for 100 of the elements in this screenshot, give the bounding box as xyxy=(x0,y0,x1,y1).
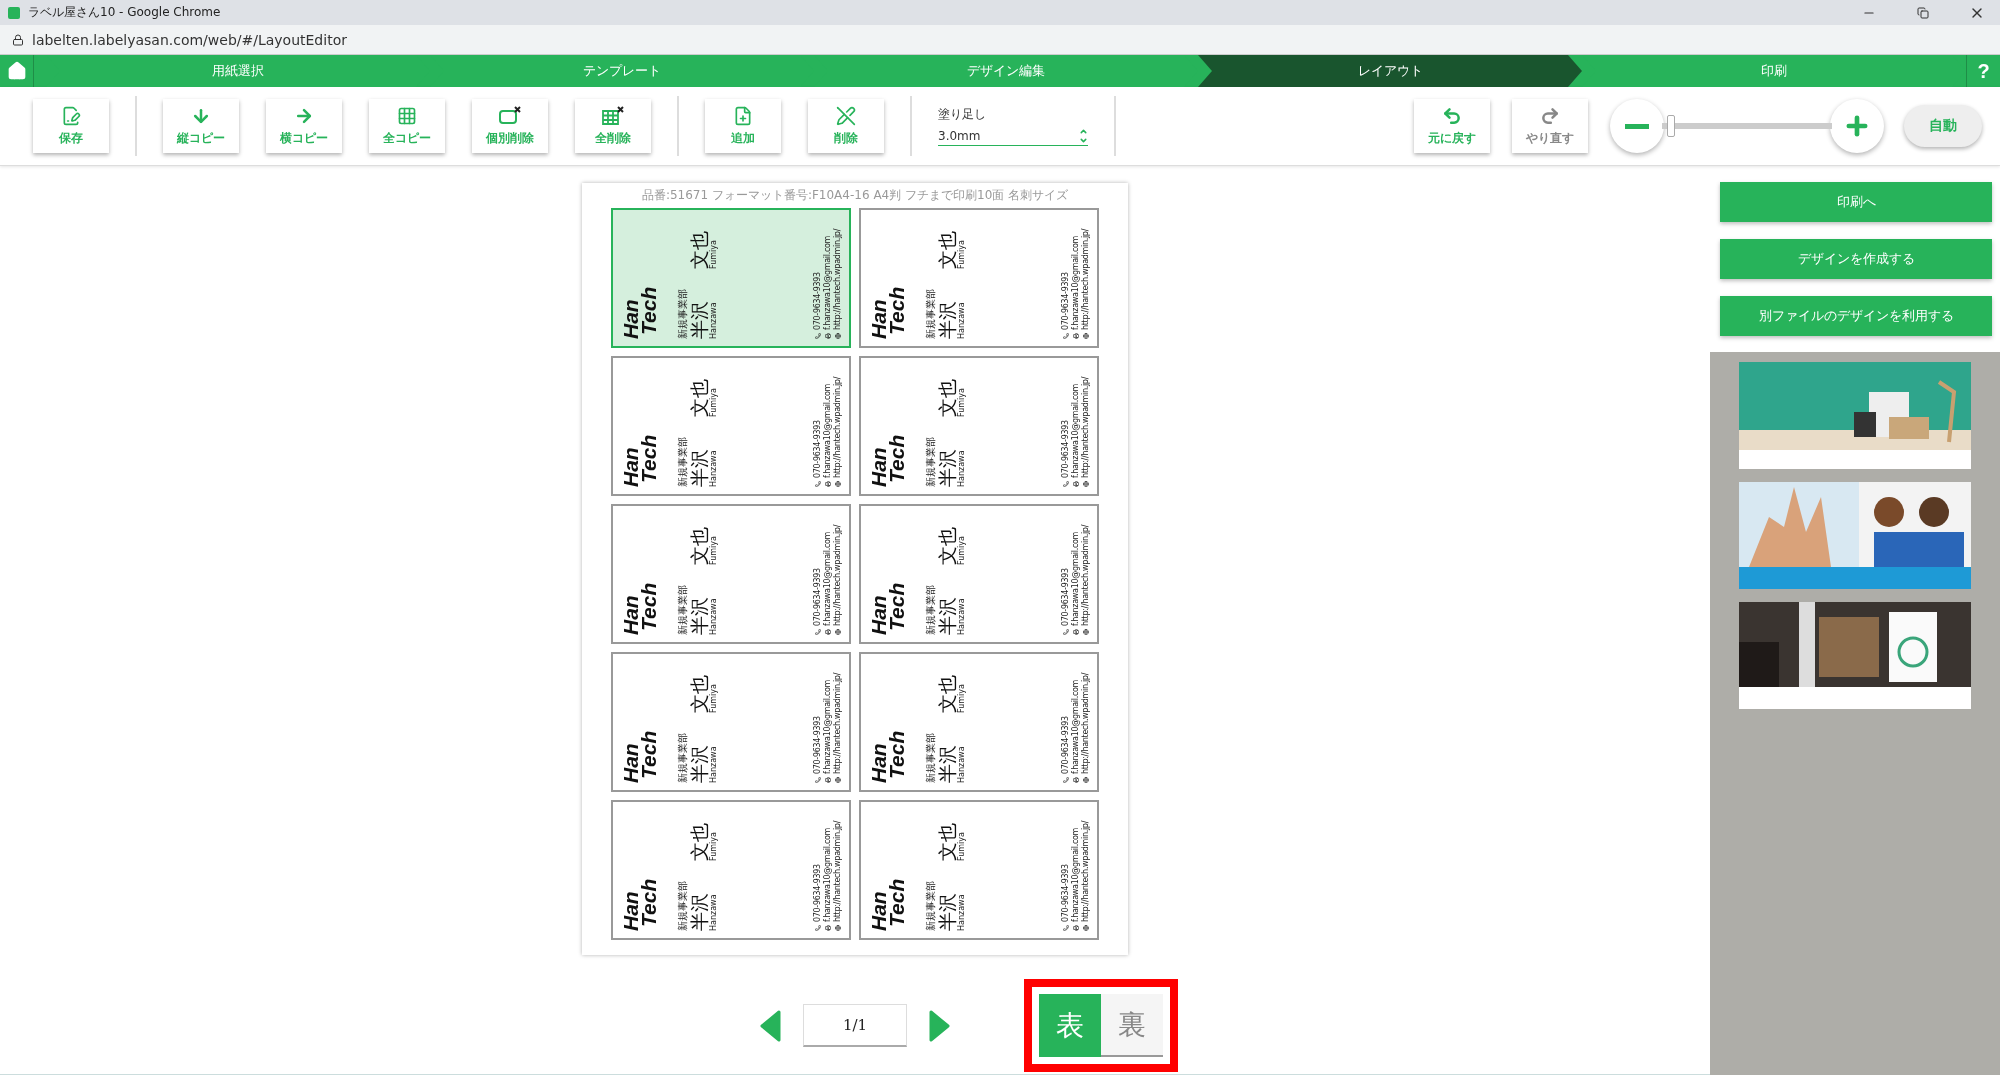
email-text: f.hanzawa10@gmail.com xyxy=(823,235,832,330)
surname-text: 半沢 xyxy=(937,893,957,931)
label-card[interactable]: Han Tech 新規事業部 半沢 Hanzawa 文也 Fumiya 070-9634-9393 f.hanzawa10@gmail.com http://hantech.wpadmin.jp/ xyxy=(859,652,1099,792)
toolbar-button[interactable]: 横コピー xyxy=(266,99,342,153)
label-card[interactable]: Han Tech 新規事業部 半沢 Hanzawa 文也 Fumiya 070-9634-9393 f.hanzawa10@gmail.com http://hantech.wpadmin.jp/ xyxy=(859,356,1099,496)
email-text: f.hanzawa10@gmail.com xyxy=(823,679,832,774)
auto-button[interactable]: 自動 xyxy=(1904,105,1982,147)
logo: Han Tech xyxy=(870,729,906,783)
box-x-icon xyxy=(498,105,522,126)
url-text: http://hantech.wpadmin.jp/ xyxy=(833,524,842,626)
next-page-icon[interactable] xyxy=(929,1009,951,1042)
given-name-text: 文也 xyxy=(689,379,709,417)
pen-off-icon xyxy=(836,105,856,126)
given-name-text: 文也 xyxy=(937,675,957,713)
logo: Han Tech xyxy=(870,433,906,487)
sheet-caption: 品番:51671 フォーマット番号:F10A4-16 A4判 フチまで印刷10面 名刺サイズ xyxy=(641,187,1069,204)
label-card[interactable]: Han Tech 新規事業部 半沢 Hanzawa 文也 Fumiya 070-9634-9393 f.hanzawa10@gmail.com http://hantech.wpadmin.jp/ xyxy=(611,652,851,792)
given-name-romaji: Fumiya xyxy=(708,832,718,861)
zoom-in-button[interactable] xyxy=(1830,99,1884,153)
label-card[interactable]: Han Tech 新規事業部 半沢 Hanzawa 文也 Fumiya 070-9634-9393 f.hanzawa10@gmail.com http://hantech.wpadmin.jp/ xyxy=(859,800,1099,940)
sidebar-button[interactable]: デザインを作成する xyxy=(1720,239,1992,279)
url-text: http://hantech.wpadmin.jp/ xyxy=(833,228,842,330)
surname-text: 半沢 xyxy=(689,745,709,783)
lock-icon xyxy=(12,33,24,46)
spinner-icon[interactable] xyxy=(1079,127,1088,145)
surname-text: 半沢 xyxy=(937,301,957,339)
surname-romaji: Hanzawa xyxy=(956,598,966,635)
toolbar-button[interactable]: 保存 xyxy=(33,99,109,153)
toolbar-button[interactable]: 追加 xyxy=(705,99,781,153)
redo-icon xyxy=(1540,105,1560,126)
phone-text: 070-9634-9393 xyxy=(1061,420,1070,478)
email-text: f.hanzawa10@gmail.com xyxy=(1071,827,1080,922)
url-text: http://hantech.wpadmin.jp/ xyxy=(833,672,842,774)
side-tab[interactable]: 表 xyxy=(1039,994,1101,1057)
toolbar-button[interactable]: 削除 xyxy=(808,99,884,153)
slider-thumb[interactable] xyxy=(1666,115,1675,137)
given-name-romaji: Fumiya xyxy=(956,240,966,269)
url-field[interactable]: labelten.labelyasan.com/web/#/LayoutEditor xyxy=(32,31,347,48)
logo: Han Tech xyxy=(870,285,906,339)
phone-text: 070-9634-9393 xyxy=(813,864,822,922)
given-name-text: 文也 xyxy=(689,527,709,565)
grid-x-icon xyxy=(601,105,625,126)
surname-text: 半沢 xyxy=(689,893,709,931)
phone-icon xyxy=(1062,481,1069,487)
surname-romaji: Hanzawa xyxy=(708,746,718,783)
surname-text: 半沢 xyxy=(937,745,957,783)
surname-text: 半沢 xyxy=(689,301,709,339)
given-name-text: 文也 xyxy=(689,231,709,269)
department-text: 新規事業部 xyxy=(675,585,689,635)
surname-text: 半沢 xyxy=(689,597,709,635)
previous-page-icon[interactable] xyxy=(759,1009,781,1042)
bleed-field[interactable]: 3.0mm xyxy=(938,127,1088,146)
side-tab[interactable]: 裏 xyxy=(1101,994,1163,1057)
url-text: http://hantech.wpadmin.jp/ xyxy=(833,820,842,922)
url-text: http://hantech.wpadmin.jp/ xyxy=(1081,672,1090,774)
grid-icon xyxy=(397,105,417,126)
phone-text: 070-9634-9393 xyxy=(1061,272,1070,330)
toolbar-button[interactable]: 全削除 xyxy=(575,99,651,153)
given-name-text: 文也 xyxy=(937,527,957,565)
given-name-text: 文也 xyxy=(937,231,957,269)
toolbar-button[interactable]: 個別削除 xyxy=(472,99,548,153)
surname-romaji: Hanzawa xyxy=(956,450,966,487)
logo: Han Tech xyxy=(622,433,658,487)
toolbar-button[interactable]: 全コピー xyxy=(369,99,445,153)
logo: Han Tech xyxy=(622,877,658,931)
phone-text: 070-9634-9393 xyxy=(813,568,822,626)
given-name-romaji: Fumiya xyxy=(708,684,718,713)
given-name-romaji: Fumiya xyxy=(956,388,966,417)
edit-icon xyxy=(61,105,81,126)
bleed-label: 塗り足し xyxy=(938,106,987,123)
toolbar-button[interactable]: 元に戻す xyxy=(1414,99,1490,153)
zoom-out-button[interactable] xyxy=(1610,99,1664,153)
phone-icon xyxy=(1062,925,1069,931)
surname-text: 半沢 xyxy=(937,597,957,635)
label-card[interactable]: Han Tech 新規事業部 半沢 Hanzawa 文也 Fumiya 070-9634-9393 f.hanzawa10@gmail.com http://hantech.wpadmin.jp/ xyxy=(859,504,1099,644)
label-card[interactable]: Han Tech 新規事業部 半沢 Hanzawa 文也 Fumiya 070-9634-9393 f.hanzawa10@gmail.com http://hantech.wpadmin.jp/ xyxy=(611,800,851,940)
phone-icon xyxy=(814,629,821,635)
email-text: f.hanzawa10@gmail.com xyxy=(823,827,832,922)
phone-icon xyxy=(1062,629,1069,635)
given-name-romaji: Fumiya xyxy=(956,832,966,861)
logo: Han Tech xyxy=(870,581,906,635)
file-plus-icon xyxy=(733,105,753,126)
toolbar-button[interactable]: 縦コピー xyxy=(163,99,239,153)
label-card[interactable]: Han Tech 新規事業部 半沢 Hanzawa 文也 Fumiya 070-9634-9393 f.hanzawa10@gmail.com http://hantech.wpadmin.jp/ xyxy=(611,504,851,644)
phone-icon xyxy=(1062,777,1069,783)
logo: Han Tech xyxy=(622,729,658,783)
given-name-text: 文也 xyxy=(689,675,709,713)
label-card[interactable]: Han Tech 新規事業部 半沢 Hanzawa 文也 Fumiya 070-9634-9393 f.hanzawa10@gmail.com http://hantech.wpadmin.jp/ xyxy=(859,208,1099,348)
sidebar-button[interactable]: 別ファイルのデザインを利用する xyxy=(1720,296,1992,336)
given-name-romaji: Fumiya xyxy=(708,240,718,269)
step-tab[interactable]: レイアウト xyxy=(1198,55,1582,87)
url-text: http://hantech.wpadmin.jp/ xyxy=(1081,524,1090,626)
page-indicator: 1/1 xyxy=(803,1004,907,1047)
label-card[interactable]: Han Tech 新規事業部 半沢 Hanzawa 文也 Fumiya 070-9634-9393 f.hanzawa10@gmail.com http://hantech.wpadmin.jp/ xyxy=(611,208,851,348)
url-text: http://hantech.wpadmin.jp/ xyxy=(833,376,842,478)
phone-text: 070-9634-9393 xyxy=(813,420,822,478)
label-card[interactable]: Han Tech 新規事業部 半沢 Hanzawa 文也 Fumiya 070-9634-9393 f.hanzawa10@gmail.com http://hantech.wpadmin.jp/ xyxy=(611,356,851,496)
department-text: 新規事業部 xyxy=(923,289,937,339)
sidebar-button[interactable]: 印刷へ xyxy=(1720,182,1992,222)
department-text: 新規事業部 xyxy=(923,585,937,635)
